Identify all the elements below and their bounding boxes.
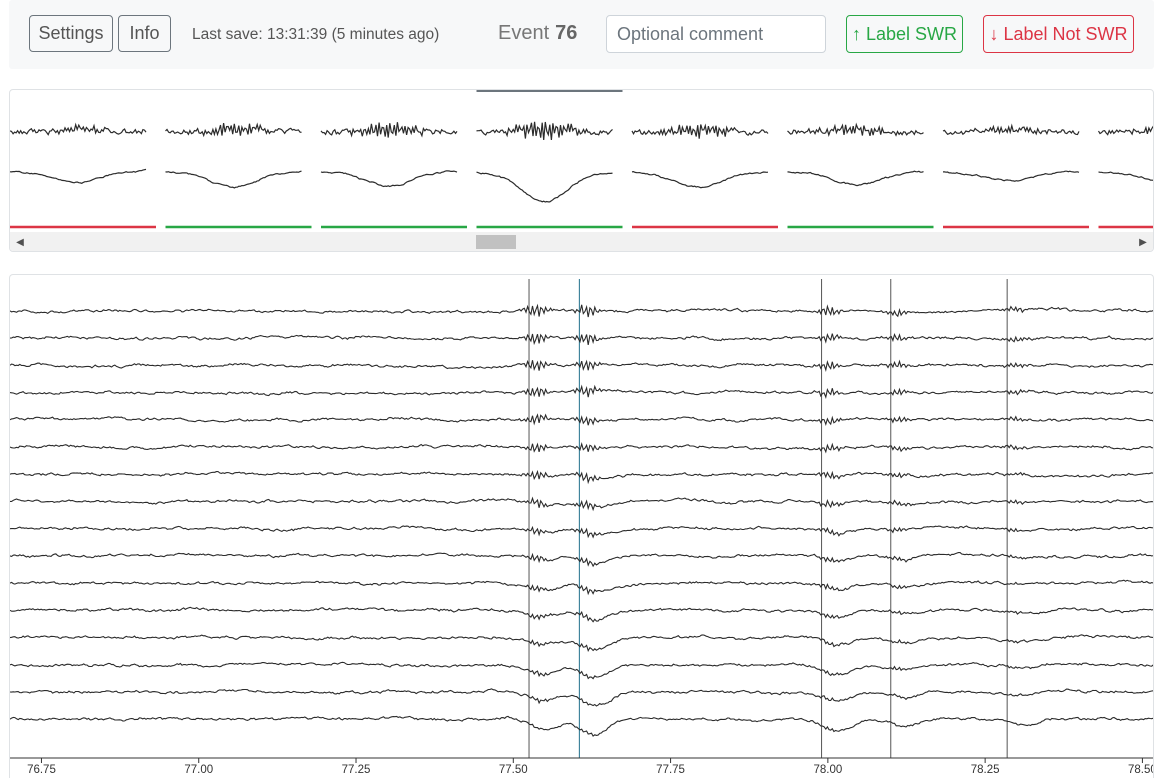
thumbnail-sharp-wave-trace [1098, 171, 1153, 181]
info-button[interactable]: Info [118, 15, 171, 52]
thumbnail-sharp-wave-trace [165, 170, 302, 189]
label-swr-button[interactable]: ↑ Label SWR [846, 15, 963, 53]
channel-trace [10, 413, 1153, 427]
thumbnail-ripple-trace [631, 123, 769, 139]
event-thumbnail[interactable] [476, 90, 623, 229]
x-tick-label: 77.00 [184, 764, 213, 776]
thumbnail-sharp-wave-trace [10, 168, 147, 184]
thumbnail-sharp-wave-trace [320, 170, 458, 188]
channel-trace [10, 634, 1153, 652]
scroll-left-icon[interactable]: ◀ [10, 232, 30, 251]
event-thumbnail-strip: ◀ ▶ [9, 89, 1154, 252]
scrollbar-thumb[interactable] [476, 235, 517, 249]
toolbar: Settings Info Last save: 13:31:39 (5 min… [9, 0, 1154, 69]
channel-trace [10, 469, 1153, 485]
thumbnail-ripple-trace [320, 122, 458, 138]
event-thumbnail[interactable] [631, 123, 778, 229]
event-thumbnail[interactable] [787, 122, 934, 229]
event-number: 76 [555, 22, 578, 44]
label-not-swr-button[interactable]: ↓ Label Not SWR [983, 15, 1134, 53]
channel-trace [10, 384, 1153, 399]
event-indicator: Event 76 [498, 22, 577, 45]
x-tick-label: 77.75 [656, 764, 685, 776]
lfp-trace-chart: 76.75 77.00 77.25 77.50 77.75 78.00 78.25 78.50 [10, 279, 1154, 776]
thumbnail-scrollbar[interactable]: ◀ ▶ [10, 232, 1153, 251]
event-thumbnail[interactable] [165, 122, 312, 229]
thumbnail-sharp-wave-trace [631, 170, 769, 189]
channel-trace [10, 496, 1153, 512]
thumbnail-canvas [10, 90, 1155, 229]
channel-trace [10, 442, 1153, 454]
thumbnail-ripple-trace [942, 123, 1080, 136]
channel-trace [10, 579, 1153, 596]
thumbnail-sharp-wave-trace [476, 171, 613, 203]
event-thumbnail[interactable] [10, 122, 156, 229]
thumbnail-ripple-trace [787, 122, 924, 138]
settings-button[interactable]: Settings [29, 15, 113, 52]
thumbnail-sharp-wave-trace [943, 170, 1080, 182]
x-tick-label: 77.50 [499, 764, 528, 776]
x-tick-label: 78.25 [971, 764, 1000, 776]
channel-trace [10, 715, 1153, 737]
thumbnail-ripple-trace [165, 122, 302, 138]
event-thumbnail[interactable] [942, 123, 1089, 229]
channel-trace [10, 303, 1153, 318]
thumbnail-ripple-trace [1097, 125, 1153, 136]
channel-trace [10, 552, 1153, 568]
event-thumbnail[interactable] [1097, 125, 1155, 229]
comment-input[interactable] [606, 15, 826, 53]
event-thumbnail[interactable] [320, 122, 467, 229]
thumbnail-ripple-trace [10, 122, 147, 136]
event-label: Event [498, 22, 550, 44]
x-tick-label: 77.25 [342, 764, 371, 776]
channel-trace [10, 359, 1153, 373]
last-save-status: Last save: 13:31:39 (5 minutes ago) [192, 26, 440, 43]
thumbnail-ripple-trace [476, 121, 613, 141]
scroll-right-icon[interactable]: ▶ [1133, 232, 1153, 251]
thumbnail-sharp-wave-trace [787, 170, 924, 187]
x-tick-label: 78.00 [813, 764, 842, 776]
channel-trace [10, 661, 1153, 680]
channel-trace [10, 688, 1153, 707]
channel-trace [10, 332, 1153, 346]
channel-trace [10, 606, 1153, 623]
x-tick-label: 78.50 [1128, 764, 1154, 776]
lfp-trace-panel: 76.75 77.00 77.25 77.50 77.75 78.00 78.25 78.50 [9, 274, 1154, 778]
x-tick-label: 76.75 [27, 764, 56, 776]
channel-trace [10, 525, 1153, 539]
